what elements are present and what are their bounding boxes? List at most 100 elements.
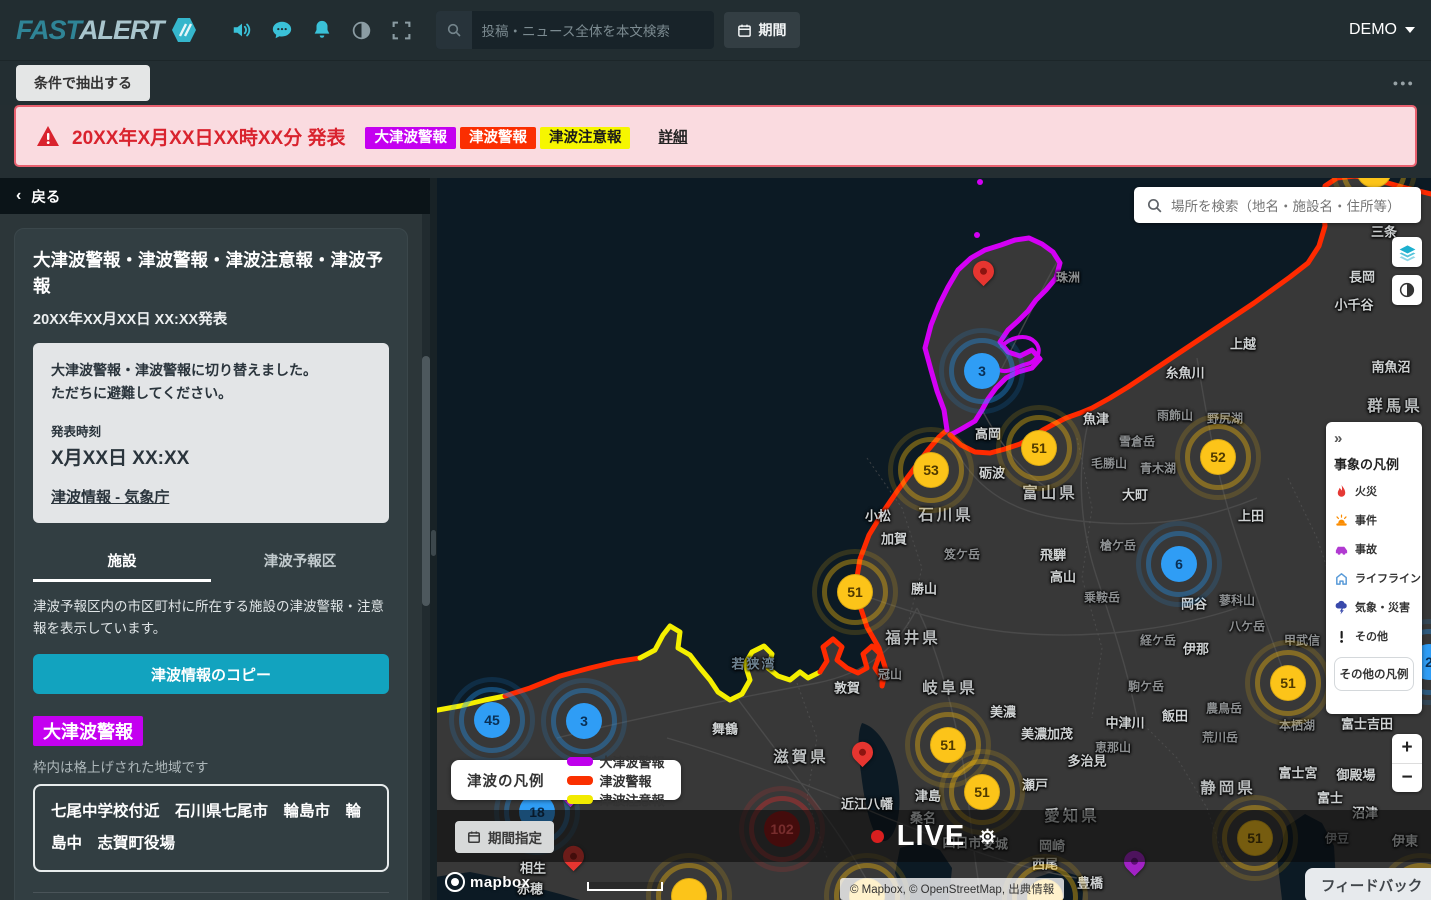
alert-badge: 津波注意報 — [540, 127, 631, 149]
zoom-in-button[interactable]: + — [1392, 734, 1422, 764]
filter-button[interactable]: 条件で抽出する — [16, 65, 150, 101]
disaster-map[interactable]: 石川県富山県福井県岐阜県滋賀県愛知県静岡県群馬県三条長岡小千谷南魚沼上越糸魚川珠… — [437, 178, 1431, 900]
map-style-contrast-button[interactable] — [1392, 275, 1422, 305]
cluster-count[interactable]: 51 — [964, 774, 1000, 810]
map-search-placeholder: 場所を検索（地名・施設名・住所等） — [1171, 195, 1401, 215]
chat-icon[interactable] — [271, 19, 293, 41]
map-label: 南魚沼 — [1371, 357, 1410, 376]
map-label: 槍ケ岳 — [1100, 537, 1136, 554]
jma-link[interactable]: 津波情報 - 気象庁 — [51, 486, 169, 507]
event-legend-panel: » 事象の凡例 火災事件事故ライフライン気象・災害その他 その他の凡例 — [1326, 422, 1422, 714]
bell-icon[interactable] — [311, 19, 333, 41]
layers-button[interactable] — [1392, 237, 1422, 267]
cluster-count[interactable]: 53 — [913, 452, 949, 488]
cluster-count[interactable]: 51 — [1021, 430, 1057, 466]
cluster-marker[interactable]: 51 — [1021, 430, 1057, 466]
sound-icon[interactable] — [231, 19, 253, 41]
account-menu[interactable]: DEMO — [1349, 21, 1415, 39]
map-label: 青木湖 — [1140, 460, 1176, 477]
back-label: 戻る — [31, 186, 60, 207]
cluster-marker[interactable]: 51 — [964, 774, 1000, 810]
global-search-input[interactable]: 投稿・ニュース全体を本文検索 — [436, 11, 714, 49]
map-attribution[interactable]: © Mapbox, © OpenStreetMap, 出典情報 — [840, 878, 1064, 900]
contrast-icon[interactable] — [351, 19, 373, 41]
resize-handle[interactable] — [431, 530, 436, 556]
cluster-count[interactable]: 51 — [837, 574, 873, 610]
event-legend-title: 事象の凡例 — [1334, 454, 1414, 473]
filter-toolbar: 条件で抽出する ●●● — [0, 60, 1431, 105]
tsunami-legend-item: 津波注意報 — [567, 790, 665, 809]
layers-icon — [1398, 243, 1417, 262]
cluster-marker[interactable] — [671, 878, 707, 900]
map-label: 岐阜県 — [922, 676, 978, 698]
map-label: 飯田 — [1162, 706, 1188, 725]
tab-inactive[interactable]: 津波予報区 — [211, 541, 389, 582]
cluster-count[interactable] — [671, 878, 707, 900]
map-label: 津島 — [915, 786, 941, 805]
sidebar-scrollbar[interactable] — [422, 214, 430, 900]
cluster-count[interactable]: 6 — [1161, 546, 1197, 582]
feedback-button[interactable]: フィードバック — [1305, 868, 1431, 900]
cluster-count[interactable]: 3 — [964, 353, 1000, 389]
section-divider — [33, 892, 389, 893]
other-legend-button[interactable]: その他の凡例 — [1334, 657, 1414, 691]
cluster-count[interactable]: 45 — [474, 702, 510, 738]
mapbox-logo[interactable]: mapbox — [445, 872, 531, 892]
cluster-count[interactable]: 51 — [1270, 665, 1306, 701]
cluster-marker[interactable]: 53 — [913, 452, 949, 488]
period-specify-button[interactable]: 期間指定 — [455, 821, 554, 853]
map-label: 雪倉岳 — [1119, 433, 1155, 450]
map-label: 瀬戸 — [1022, 775, 1048, 794]
cluster-count[interactable]: 52 — [1200, 439, 1236, 475]
copy-tsunami-info-button[interactable]: 津波情報のコピー — [33, 654, 389, 694]
map-label: 荒川岳 — [1202, 729, 1238, 746]
cluster-marker[interactable]: 51 — [837, 574, 873, 610]
map-label: 敦賀 — [834, 678, 860, 697]
cluster-marker[interactable]: 52 — [1200, 439, 1236, 475]
alert-badge: 津波警報 — [460, 127, 536, 149]
panel-resize-divider[interactable] — [430, 178, 437, 900]
period-label: 期間 — [759, 20, 787, 40]
map-pin[interactable] — [971, 259, 997, 289]
legend-item-label: その他 — [1355, 628, 1388, 644]
cluster-marker[interactable]: 51 — [1270, 665, 1306, 701]
map-label: 珠洲 — [1056, 269, 1080, 286]
back-button[interactable]: ‹ 戻る — [0, 178, 430, 214]
cluster-marker[interactable]: 6 — [1161, 546, 1197, 582]
tsunami-legend-item: 大津波警報 — [567, 752, 665, 771]
map-search-input[interactable]: 場所を検索（地名・施設名・住所等） — [1134, 187, 1421, 223]
period-button[interactable]: 期間 — [724, 12, 800, 48]
cluster-marker[interactable]: 3 — [566, 703, 602, 739]
event-legend-items: 火災事件事故ライフライン気象・災害その他 — [1334, 483, 1414, 644]
alert-badges: 大津波警報津波警報津波注意報 — [365, 126, 634, 147]
map-label: 勝山 — [911, 579, 937, 598]
cluster-marker[interactable]: 3 — [964, 353, 1000, 389]
map-label: 加賀 — [881, 529, 907, 548]
tab-description: 津波予報区内の市区町村に所在する施設の津波警報・注意報を表示しています。 — [33, 596, 389, 641]
map-pin[interactable] — [850, 740, 876, 770]
map-label: 毛勝山 — [1091, 455, 1127, 472]
map-label: 美濃 — [990, 702, 1016, 721]
cluster-marker[interactable]: 45 — [474, 702, 510, 738]
map-label: 笈ケ岳 — [944, 546, 980, 563]
fullscreen-icon[interactable] — [391, 19, 413, 41]
siren-icon — [1334, 513, 1349, 528]
tab-active[interactable]: 施設 — [33, 541, 211, 582]
gear-icon[interactable] — [978, 827, 997, 846]
mapbox-logo-icon — [445, 872, 465, 892]
affected-area-list: 七尾中学校付近 石川県七尾市 輪島市 輪島中 志賀町役場 — [33, 784, 389, 872]
account-label: DEMO — [1349, 21, 1397, 39]
more-menu-icon[interactable]: ●●● — [1393, 78, 1415, 88]
building-icon — [1334, 571, 1349, 586]
detail-link[interactable]: 詳細 — [658, 126, 687, 147]
notice-line1: 大津波警報・津波警報に切り替えました。 — [51, 359, 371, 382]
map-label: 御殿場 — [1336, 765, 1375, 784]
map-label: 富士宮 — [1278, 763, 1317, 782]
cluster-count[interactable]: 3 — [566, 703, 602, 739]
scrollbar-thumb[interactable] — [422, 356, 430, 606]
map-label: 長岡 — [1349, 267, 1375, 286]
fastalert-logo[interactable]: FASTALERT — [16, 17, 196, 44]
zoom-out-button[interactable]: − — [1392, 764, 1422, 793]
map-label: 恵那山 — [1095, 739, 1131, 756]
collapse-panel-icon[interactable]: » — [1334, 430, 1414, 447]
